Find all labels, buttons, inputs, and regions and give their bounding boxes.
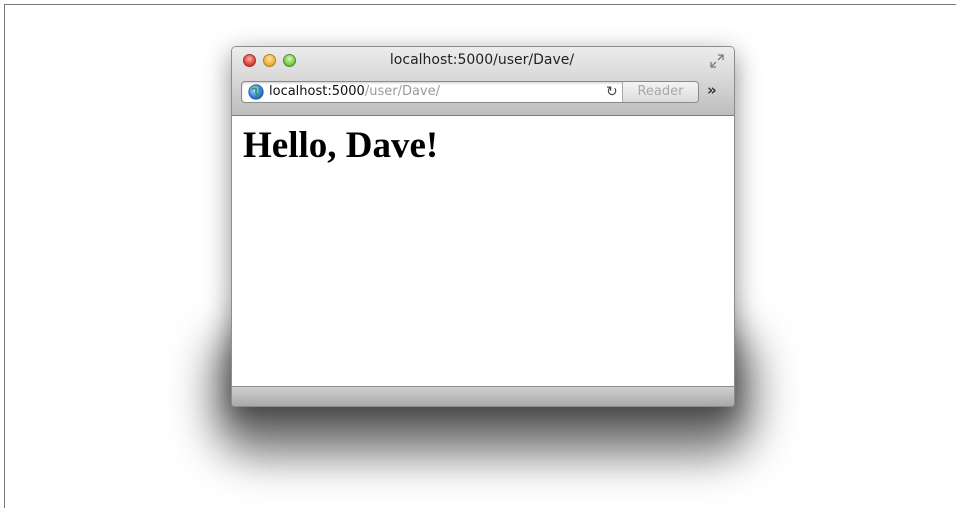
address-bar[interactable]: localhost:5000/user/Dave/ ↻ Reader xyxy=(241,81,699,103)
url-text[interactable]: localhost:5000/user/Dave/ xyxy=(269,84,440,99)
url-path: /user/Dave/ xyxy=(364,84,440,99)
reload-icon[interactable]: ↻ xyxy=(606,84,618,100)
minimize-button[interactable] xyxy=(263,54,276,67)
zoom-button[interactable] xyxy=(283,54,296,67)
reader-button[interactable]: Reader xyxy=(622,82,698,102)
fullscreen-icon[interactable] xyxy=(709,53,725,69)
window-title: localhost:5000/user/Dave/ xyxy=(389,52,575,68)
browser-window: localhost:5000/user/Dave/ localhost:5000… xyxy=(231,46,735,407)
page-heading: Hello, Dave! xyxy=(243,125,439,166)
close-button[interactable] xyxy=(243,54,256,67)
page-content: Hello, Dave! xyxy=(232,116,734,386)
globe-icon xyxy=(248,84,264,100)
status-bar xyxy=(232,386,734,406)
url-host: localhost:5000 xyxy=(269,84,365,99)
titlebar: localhost:5000/user/Dave/ localhost:5000… xyxy=(232,47,734,116)
chevron-double-right-icon[interactable]: » xyxy=(707,81,717,99)
